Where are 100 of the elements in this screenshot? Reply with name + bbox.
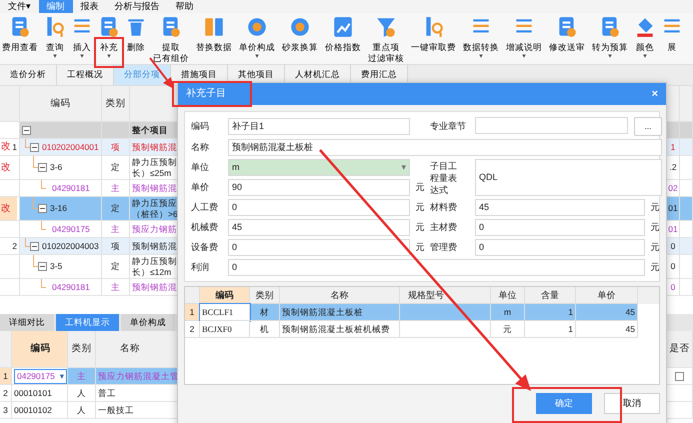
collapse-icon[interactable] bbox=[22, 126, 31, 134]
name-text: 预制钢筋混 bbox=[132, 182, 177, 194]
collapse-icon[interactable] bbox=[30, 142, 39, 152]
input-field[interactable]: 90 bbox=[228, 179, 410, 196]
field-label: 材料费 bbox=[430, 202, 458, 213]
field-label: 利润 bbox=[191, 262, 210, 273]
field-label: 人工费 bbox=[191, 202, 219, 213]
flag-label: 改 bbox=[0, 197, 17, 220]
tab[interactable]: 造价分析 bbox=[0, 65, 57, 85]
column-header: 编码 bbox=[12, 331, 68, 367]
cell-value: 01 bbox=[668, 224, 678, 234]
toolbar-button[interactable]: 展 bbox=[661, 16, 683, 53]
field-label: 设备费 bbox=[191, 242, 219, 253]
column-header: 编码 bbox=[20, 86, 102, 121]
menu-item[interactable]: 报表 bbox=[72, 0, 107, 13]
table-cell: BCJXF0 bbox=[200, 321, 250, 338]
code-text: 00010101 bbox=[14, 388, 52, 398]
input-field[interactable]: 0 bbox=[228, 199, 410, 216]
column-header: 编码 bbox=[200, 287, 250, 304]
collapse-icon[interactable] bbox=[30, 242, 39, 250]
toolbar-button[interactable]: 价格指数 bbox=[324, 16, 362, 53]
toolbar-button[interactable]: 修改送审 bbox=[548, 16, 586, 53]
name-text: 长）≤12m bbox=[132, 266, 172, 278]
code-text: 010202004001 bbox=[42, 142, 99, 152]
input-field[interactable]: 0 bbox=[228, 259, 645, 276]
collapse-icon[interactable] bbox=[38, 262, 47, 271]
name-text: 预制钢筋混 bbox=[132, 142, 177, 152]
row-number: 2 bbox=[12, 240, 17, 252]
tab[interactable]: 详细对比 bbox=[0, 314, 54, 331]
input-field[interactable]: 0 bbox=[475, 239, 645, 256]
type-text: 项 bbox=[111, 240, 120, 252]
type-text: 定 bbox=[111, 261, 120, 272]
input-field[interactable] bbox=[475, 117, 628, 134]
collapse-icon[interactable] bbox=[38, 204, 47, 213]
input-field[interactable]: 0 bbox=[228, 239, 410, 256]
chart-icon bbox=[333, 16, 353, 38]
table-row[interactable]: 1 BCCLF1 材 预制钢筋混凝土板桩 m 1 45 bbox=[185, 304, 638, 321]
menu-item[interactable]: 分析与报告 bbox=[106, 0, 168, 13]
menu-item[interactable]: 文件▾ bbox=[0, 0, 39, 13]
document-icon bbox=[99, 16, 119, 38]
table-row[interactable]: 2 BCJXF0 机 预制钢筋混凝土板桩机械费 元 1 45 bbox=[185, 321, 638, 338]
tree-line bbox=[41, 221, 46, 230]
type-text: 项 bbox=[111, 142, 120, 152]
toolbar-button[interactable]: 删除 bbox=[125, 16, 147, 53]
collapse-icon[interactable] bbox=[38, 163, 47, 172]
tab[interactable]: 工程概况 bbox=[57, 65, 114, 85]
toolbar-button[interactable]: 费用查看 bbox=[1, 16, 39, 53]
input-field[interactable]: 45 bbox=[228, 219, 410, 236]
table-cell: 元 bbox=[491, 321, 525, 338]
dialog-title: 补充子目 bbox=[186, 88, 226, 100]
input-field[interactable]: QDL bbox=[475, 159, 662, 196]
name-text: 长）≤25m bbox=[132, 168, 172, 178]
tree-line bbox=[41, 180, 46, 188]
input-field[interactable]: 补子目1 bbox=[228, 118, 410, 135]
cell-value: 0 bbox=[670, 282, 676, 292]
unit-label: 元 bbox=[650, 242, 660, 253]
name-text: 整个项目 bbox=[132, 124, 168, 136]
input-field[interactable]: 45 bbox=[475, 199, 645, 216]
unit-label: 元 bbox=[414, 242, 426, 253]
magnifier-icon bbox=[424, 16, 444, 38]
type-text: 定 bbox=[111, 162, 120, 173]
code-dropdown[interactable]: 04290175 ▾ bbox=[14, 368, 67, 384]
cancel-button[interactable]: 取消 bbox=[604, 393, 660, 414]
input-field[interactable]: 预制钢筋混凝土板桩 bbox=[228, 139, 662, 156]
tab[interactable]: 单价构成 bbox=[121, 314, 175, 331]
toolbar-button[interactable]: 砂浆换算 bbox=[281, 16, 319, 53]
row-number: 1 bbox=[0, 368, 11, 384]
unit-label: 元 bbox=[414, 202, 426, 213]
name-text: 普工 bbox=[98, 388, 116, 398]
toolbar-button[interactable]: 一键审取费 bbox=[410, 16, 457, 53]
document-icon bbox=[161, 16, 181, 38]
flag-label: 改 bbox=[0, 140, 12, 154]
document-icon bbox=[10, 16, 30, 38]
swap-icon bbox=[204, 16, 224, 38]
menu-item[interactable]: 帮助 bbox=[168, 0, 202, 13]
unit-label: 元 bbox=[650, 202, 660, 213]
cell-value: 02 bbox=[668, 182, 678, 194]
code-text: 3-16 bbox=[50, 203, 68, 214]
name-text: 一般技工 bbox=[98, 404, 134, 416]
code-text: 04290181 bbox=[52, 182, 90, 194]
unit-select[interactable]: m ▾ bbox=[228, 159, 410, 176]
table-cell: 1 bbox=[525, 321, 576, 338]
row-number: 1 bbox=[12, 142, 17, 152]
unit-label: 元 bbox=[414, 222, 426, 233]
field-label: 名称 bbox=[191, 142, 210, 153]
type-text: 主 bbox=[111, 224, 120, 234]
column-header: 类别 bbox=[102, 86, 130, 121]
name-text: 预制钢筋混 bbox=[132, 282, 177, 292]
toolbar-button[interactable]: 提取 已有组价 bbox=[152, 16, 190, 64]
field-label: 子目工程量表达式 bbox=[430, 160, 458, 196]
row-number: 2 bbox=[185, 321, 200, 338]
input-field[interactable]: 0 bbox=[475, 219, 645, 236]
code-text: 04290175 bbox=[52, 224, 90, 234]
toolbar-button[interactable]: 替换数据 bbox=[195, 16, 233, 53]
name-text: 静力压预制 bbox=[132, 256, 177, 266]
highlight-box bbox=[94, 37, 124, 68]
type-text: 主 bbox=[111, 182, 120, 194]
browse-button[interactable]: ... bbox=[634, 117, 662, 136]
checkbox[interactable] bbox=[675, 372, 684, 380]
toolbar-button[interactable]: 重点项 过滤审核 bbox=[367, 16, 405, 64]
